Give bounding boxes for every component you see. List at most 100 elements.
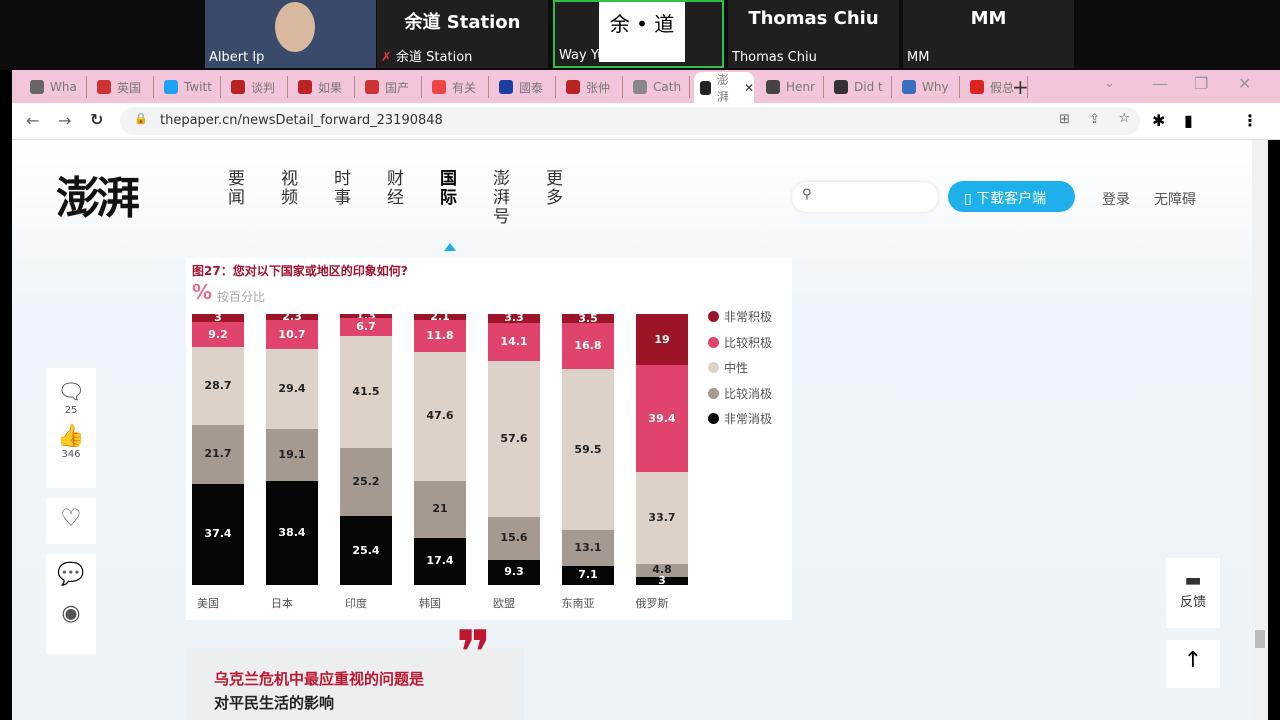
weibo-icon[interactable]: ◉ — [46, 601, 96, 626]
address-bar-row: ← → ↻ 🔒 thepaper.cn/newsDetail_forward_23… — [12, 103, 1280, 140]
tab-title: 张仲 — [586, 80, 611, 95]
nav-item[interactable]: 更多 — [546, 170, 566, 208]
favicon-icon — [365, 80, 379, 94]
participant-display: MM — [970, 8, 1007, 29]
browser-tab[interactable]: 國泰 — [493, 76, 556, 98]
nav-item[interactable]: 国际 — [440, 170, 460, 208]
bookmark-star-icon[interactable]: ☆ — [1118, 111, 1130, 126]
search-icon: ⚲ — [802, 187, 812, 202]
data-label: 38.4 — [278, 525, 306, 539]
feedback-button[interactable]: ▬ 反馈 — [1166, 558, 1220, 628]
restore-icon[interactable]: ❐ — [1194, 74, 1208, 93]
quote-line-1: 乌克兰危机中最应重视的问题是 — [214, 670, 425, 688]
data-label: 39.4 — [648, 411, 676, 425]
share-icon[interactable]: ⇪ — [1089, 112, 1100, 127]
browser-tab[interactable]: 澎 湃 ✕ — [694, 72, 754, 104]
side-panel-icon[interactable]: ▮ — [1184, 111, 1193, 130]
x-tick-label: 东南亚 — [561, 597, 595, 610]
back-to-top-button[interactable]: ↑ — [1166, 640, 1220, 688]
participant-tile[interactable]: 余道 Station ✗ 余道 Station — [377, 0, 548, 68]
nav-item[interactable]: 时事 — [334, 170, 354, 208]
participant-name: ✗ 余道 Station — [381, 50, 473, 65]
favicon-icon — [164, 80, 178, 94]
like-count: 346 — [61, 449, 81, 460]
chart-title: 图27：您对以下国家或地区的印象如何? — [192, 264, 408, 278]
x-tick-label: 印度 — [345, 597, 367, 610]
browser-tab[interactable]: Wha — [24, 76, 87, 98]
menu-icon[interactable]: ⋮ — [1242, 111, 1258, 130]
forward-icon[interactable]: → — [58, 111, 71, 130]
participant-tile[interactable]: MM MM — [903, 0, 1074, 68]
tab-title: 假总 — [990, 80, 1015, 95]
browser-tab[interactable]: 国产 — [359, 76, 422, 98]
accessibility-link[interactable]: 无障碍 — [1154, 189, 1196, 209]
legend-swatch — [708, 362, 719, 373]
legend-label: 比较消极 — [724, 386, 773, 401]
browser-tab[interactable]: Cath — [627, 76, 690, 98]
browser-tab[interactable]: Why — [896, 76, 960, 98]
data-label: 19.1 — [278, 447, 306, 461]
extensions-icon[interactable]: ✱ — [1152, 111, 1165, 130]
browser-tab[interactable]: 张仲 — [560, 76, 623, 98]
tab-title: Why — [922, 80, 949, 94]
data-label: 13.1 — [574, 541, 602, 554]
url-text: thepaper.cn/newsDetail_forward_23190848 — [160, 113, 443, 128]
participant-tile[interactable]: Albert Ip — [205, 0, 376, 68]
reload-icon[interactable]: ↻ — [90, 110, 103, 129]
data-label: 21 — [432, 502, 448, 516]
browser-tab[interactable]: Did t — [828, 76, 892, 98]
wechat-icon[interactable]: 💬 — [46, 562, 96, 587]
comment-icon[interactable]: 🗨 — [46, 380, 96, 405]
nav-item[interactable]: 澎湃号 — [493, 170, 513, 227]
tab-title: 如果 — [318, 80, 343, 95]
chart-figure: 图27：您对以下国家或地区的印象如何? % 按百分比 3 9.2 28.7 21.7 3… — [186, 258, 792, 620]
close-tab-icon[interactable]: ✕ — [744, 81, 754, 95]
active-nav-indicator — [444, 243, 456, 251]
quote-line-2: 对平民生活的影响 — [214, 694, 335, 712]
translate-icon[interactable]: ⊞ — [1059, 112, 1070, 127]
favorite-icon[interactable]: ♡ — [46, 498, 96, 544]
participant-name: Thomas Chiu — [732, 50, 817, 65]
favicon-icon — [499, 80, 513, 94]
scrollbar-thumb[interactable] — [1255, 630, 1265, 648]
like-icon[interactable]: 👍 — [46, 424, 96, 449]
participant-tile[interactable]: Thomas Chiu Thomas Chiu — [728, 0, 899, 68]
browser-tab[interactable]: 有关 — [426, 76, 489, 98]
site-logo[interactable]: 澎湃 — [56, 162, 140, 226]
lock-icon: 🔒 — [134, 112, 148, 125]
back-icon[interactable]: ← — [26, 111, 39, 130]
participant-display: 余道 Station — [404, 12, 521, 33]
close-window-icon[interactable]: ✕ — [1238, 74, 1251, 93]
browser-tab[interactable]: 谈判 — [225, 76, 288, 98]
browser-tab[interactable]: Henr — [760, 76, 824, 98]
browser-tab[interactable]: 如果 — [292, 76, 355, 98]
browser-tab[interactable]: 英国 — [91, 76, 154, 98]
data-label: 47.6 — [426, 409, 454, 423]
login-link[interactable]: 登录 — [1102, 189, 1130, 209]
nav-item[interactable]: 视频 — [281, 170, 301, 208]
scrollbar[interactable] — [1252, 140, 1268, 720]
search-input[interactable]: ⚲ — [792, 182, 938, 212]
tab-title: 澎 湃 — [716, 72, 729, 104]
legend-item: 非常积极 — [708, 308, 772, 325]
minimize-icon[interactable]: — — [1152, 74, 1168, 93]
data-label: 17.4 — [426, 554, 454, 568]
legend-swatch — [708, 387, 719, 399]
browser-tab[interactable]: 假总 — [964, 76, 1028, 98]
download-app-button[interactable]: ▯ 下载客户端 — [948, 181, 1075, 212]
participant-tile-active[interactable]: 余 • 道 Way Yu Dao — [553, 0, 724, 68]
feedback-icon: ▬ — [1184, 570, 1202, 591]
data-label: 41.5 — [352, 384, 380, 398]
data-label: 19 — [654, 332, 670, 346]
favicon-icon — [700, 80, 711, 95]
tab-search-icon[interactable]: ⌄ — [1104, 76, 1115, 91]
data-label: 59.5 — [574, 442, 602, 456]
legend-label: 比较积极 — [724, 335, 773, 350]
browser-tab[interactable]: Twitt — [158, 76, 221, 98]
url-input[interactable]: 🔒 thepaper.cn/newsDetail_forward_23190848… — [120, 107, 1140, 135]
nav-item[interactable]: 要闻 — [228, 170, 248, 208]
tab-title: 國泰 — [519, 80, 544, 95]
participant-video — [275, 2, 315, 52]
favicon-icon — [633, 80, 647, 94]
nav-item[interactable]: 财经 — [387, 170, 407, 208]
